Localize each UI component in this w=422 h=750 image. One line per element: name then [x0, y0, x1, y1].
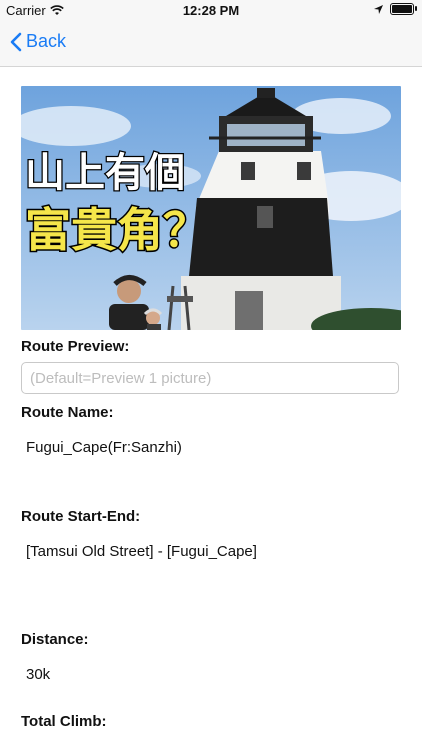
route-preview-input[interactable] — [21, 362, 399, 394]
total-climb-label: Total Climb: — [21, 713, 107, 730]
distance-value: 30k — [26, 666, 51, 683]
photo-caption-line2: 富貴角？ — [25, 203, 209, 257]
clock: 12:28 PM — [182, 3, 240, 18]
lighthouse-photo: 山上有個 富貴角？ — [21, 86, 401, 330]
back-button[interactable]: Back — [10, 31, 66, 52]
route-name-label: Route Name: — [21, 404, 114, 421]
distance-label: Distance: — [21, 631, 89, 648]
chevron-left-icon — [10, 32, 22, 51]
photo-caption-line1: 山上有個 — [25, 150, 185, 196]
route-start-end-label: Route Start-End: — [21, 508, 141, 525]
battery-icon — [390, 3, 417, 15]
route-preview-image[interactable]: 山上有個 富貴角？ — [21, 86, 401, 330]
status-bar: Carrier 12:28 PM — [0, 0, 422, 22]
navigation-bar: Back — [0, 22, 422, 67]
location-arrow-icon — [374, 4, 383, 14]
route-detail: 山上有個 富貴角？ Route Preview: Route Name: Fug… — [21, 86, 401, 730]
route-preview-label: Route Preview: — [21, 338, 130, 355]
back-label: Back — [26, 31, 67, 51]
route-name-value: Fugui_Cape(Fr:Sanzhi) — [26, 439, 182, 456]
route-start-end-value: [Tamsui Old Street] - [Fugui_Cape] — [26, 543, 257, 560]
status-right — [373, 3, 417, 15]
